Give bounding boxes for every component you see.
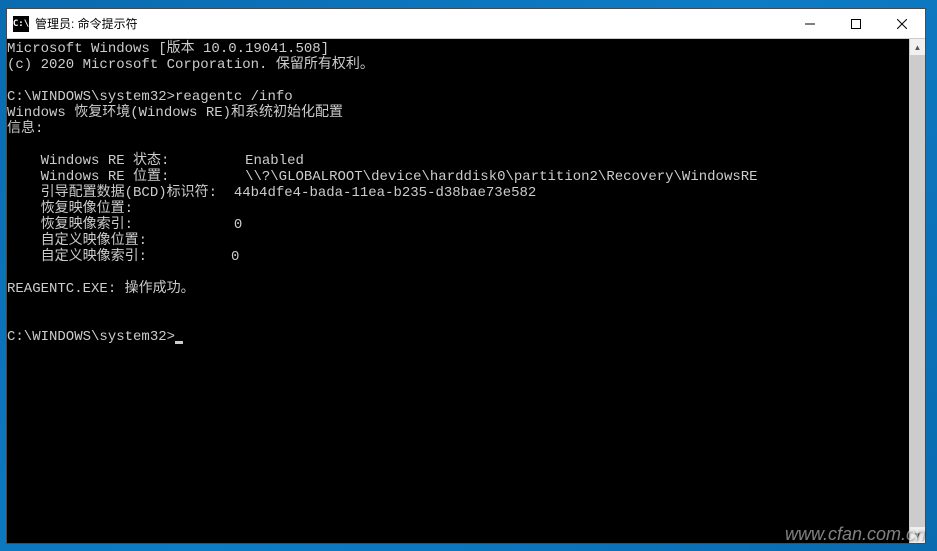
recovery-image-idx-label: 恢复映像索引: (41, 217, 133, 233)
terminal-area: Microsoft Windows [版本 10.0.19041.508] (c… (7, 39, 925, 543)
close-button[interactable] (879, 9, 925, 38)
titlebar-left: C:\ 管理员: 命令提示符 (7, 15, 138, 32)
terminal-output[interactable]: Microsoft Windows [版本 10.0.19041.508] (c… (7, 39, 909, 543)
recovery-image-idx-value: 0 (234, 217, 242, 233)
copyright-line: (c) 2020 Microsoft Corporation. 保留所有权利。 (7, 57, 374, 73)
prompt-line-2: C:\WINDOWS\system32> (7, 329, 175, 345)
bcd-label: 引导配置数据(BCD)标识符: (41, 185, 217, 201)
re-location-value: \\?\GLOBALROOT\device\harddisk0\partitio… (245, 169, 757, 185)
re-status-label: Windows RE 状态: (41, 153, 170, 169)
custom-image-idx-label: 自定义映像索引: (41, 249, 147, 265)
prompt-line-1: C:\WINDOWS\system32>reagentc /info (7, 89, 293, 105)
command-prompt-window: C:\ 管理员: 命令提示符 Microsoft Windows [版本 10.… (6, 8, 926, 544)
minimize-button[interactable] (787, 9, 833, 38)
window-controls (787, 9, 925, 38)
re-status-value: Enabled (245, 153, 304, 169)
success-line: REAGENTC.EXE: 操作成功。 (7, 281, 195, 297)
scroll-thumb[interactable] (910, 55, 925, 527)
version-line: Microsoft Windows [版本 10.0.19041.508] (7, 41, 329, 57)
custom-image-loc-label: 自定义映像位置: (41, 233, 147, 249)
close-icon (897, 19, 907, 29)
cursor (175, 341, 183, 344)
window-title: 管理员: 命令提示符 (35, 15, 138, 32)
cmd-icon: C:\ (13, 16, 29, 32)
bcd-value: 44b4dfe4-bada-11ea-b235-d38bae73e582 (234, 185, 536, 201)
winre-header-line: Windows 恢复环境(Windows RE)和系统初始化配置 (7, 105, 343, 121)
scroll-down-button[interactable]: ▼ (910, 527, 925, 543)
custom-image-idx-value: 0 (231, 249, 239, 265)
maximize-icon (851, 19, 861, 29)
titlebar[interactable]: C:\ 管理员: 命令提示符 (7, 9, 925, 39)
minimize-icon (805, 19, 815, 29)
info-line: 信息: (7, 121, 43, 137)
recovery-image-loc-label: 恢复映像位置: (41, 201, 133, 217)
scroll-up-button[interactable]: ▲ (910, 39, 925, 55)
maximize-button[interactable] (833, 9, 879, 38)
re-location-label: Windows RE 位置: (41, 169, 170, 185)
scrollbar[interactable]: ▲ ▼ (909, 39, 925, 543)
